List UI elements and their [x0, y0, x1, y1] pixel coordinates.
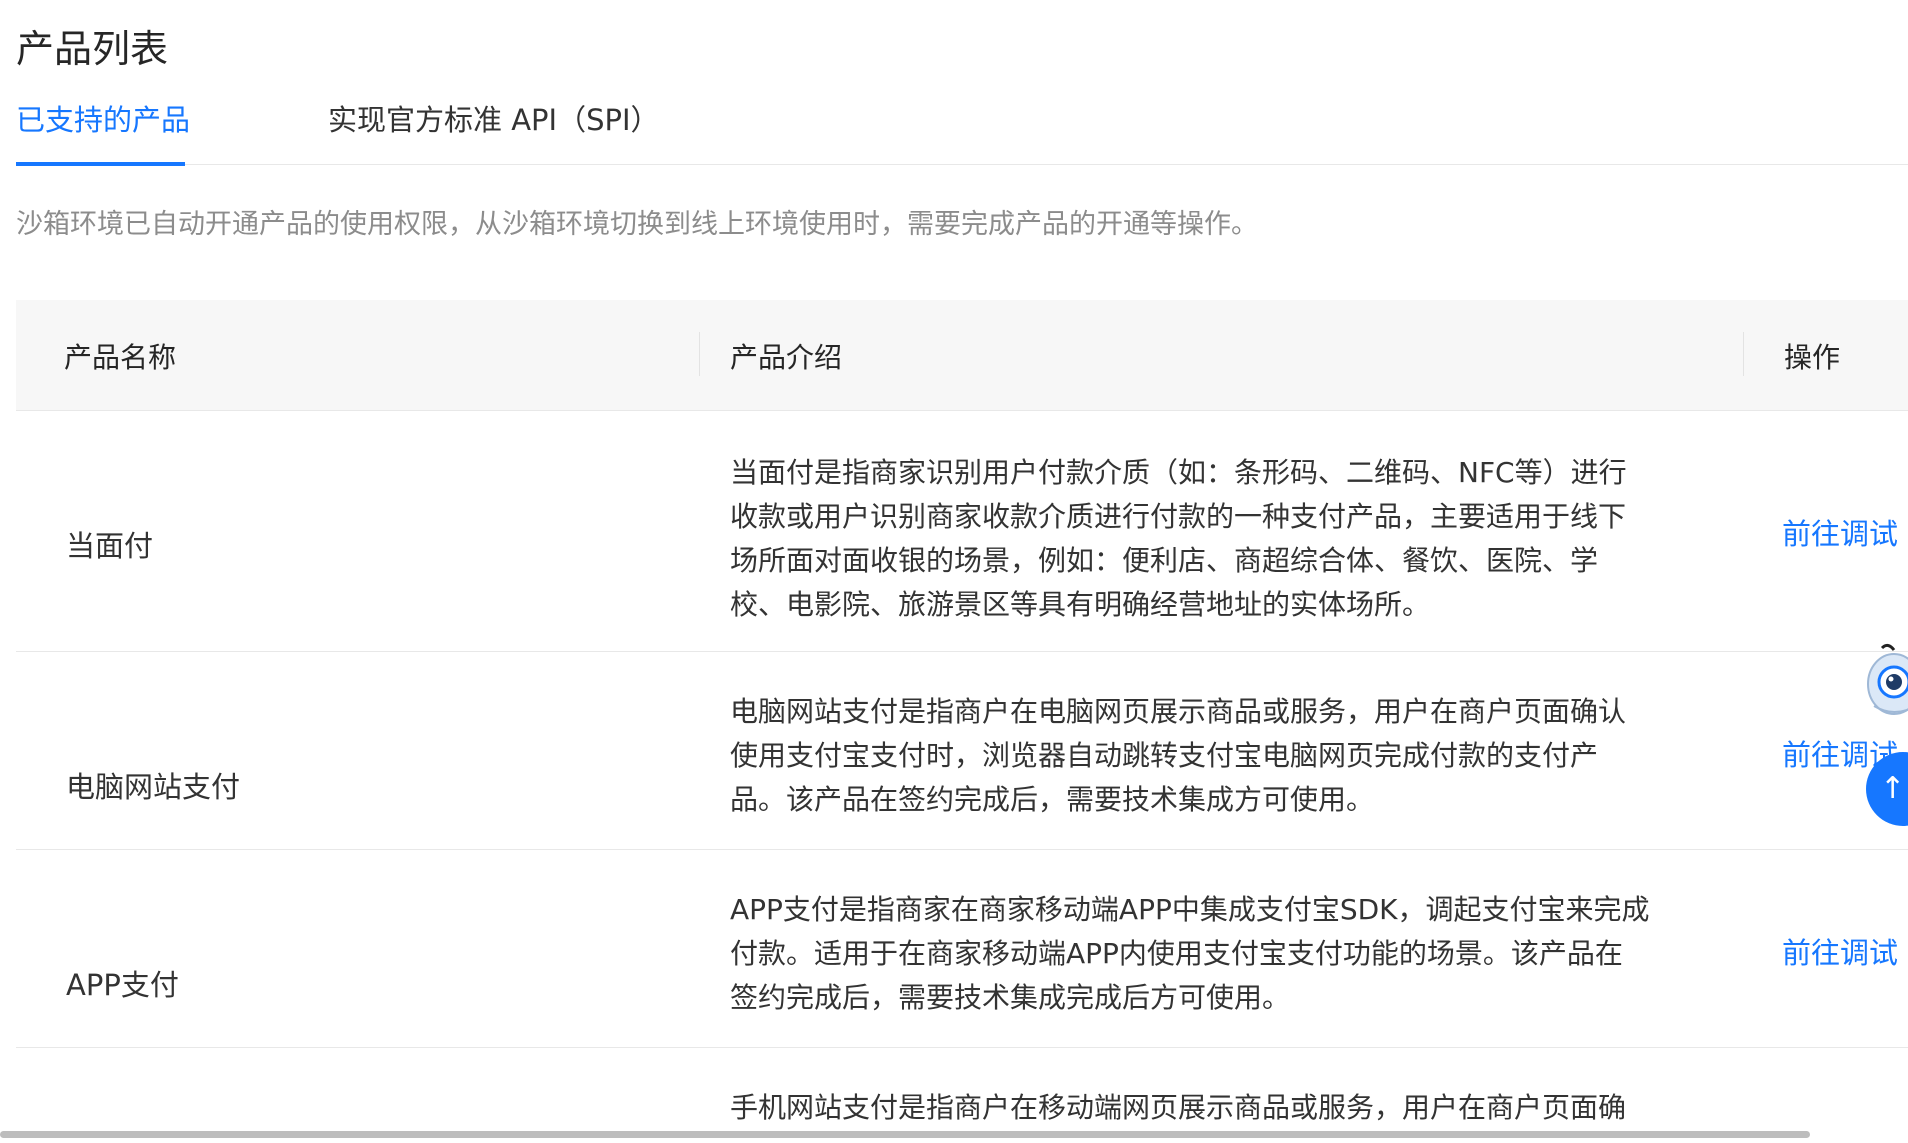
active-tab-indicator: [16, 162, 185, 166]
product-description: APP支付是指商家在商家移动端APP中集成支付宝SDK，调起支付宝来完成付款。适…: [730, 893, 1650, 1014]
back-to-top-arrow-icon: ↑: [1880, 771, 1906, 806]
product-tabs: 已支持的产品 实现官方标准 API（SPI）: [16, 96, 1908, 166]
column-divider: [1743, 332, 1744, 376]
table-row: 电脑网站支付 电脑网站支付是指商户在电脑网页展示商品或服务，用户在商户页面确认使…: [16, 652, 1908, 850]
tab-supported-products[interactable]: 已支持的产品: [16, 100, 190, 140]
product-name: APP支付: [66, 968, 179, 1002]
product-description: 电脑网站支付是指商户在电脑网页展示商品或服务，用户在商户页面确认使用支付宝支付时…: [730, 695, 1627, 816]
product-description: 手机网站支付是指商户在移动端网页展示商品或服务，用户在商户页面确: [730, 1091, 1627, 1124]
column-divider: [699, 332, 700, 376]
table-row: 当面付 当面付是指商家识别用户付款介质（如：条形码、二维码、NFC等）进行收款或…: [16, 411, 1908, 652]
product-name: 当面付: [66, 529, 154, 563]
sandbox-notice: 沙箱环境已自动开通产品的使用权限，从沙箱环境切换到线上环境使用时，需要完成产品的…: [16, 209, 1258, 240]
product-name: 电脑网站支付: [66, 770, 241, 804]
horizontal-scrollbar[interactable]: [0, 1131, 1810, 1138]
column-header-product-name: 产品名称: [64, 341, 177, 374]
antenna-icon-part: [1880, 643, 1896, 651]
tab-official-standard-api[interactable]: 实现官方标准 API（SPI）: [328, 100, 660, 140]
table-header: 产品名称 产品介绍 操作: [16, 300, 1908, 411]
table-row: 手机网站支付是指商户在移动端网页展示商品或服务，用户在商户页面确: [16, 1048, 1908, 1143]
assistant-mascot-icon[interactable]: [1860, 640, 1908, 720]
page-title: 产品列表: [16, 27, 169, 71]
product-table: 产品名称 产品介绍 操作 当面付 当面付是指商家识别用户付款介质（如：条形码、二…: [16, 300, 1908, 1143]
debug-link[interactable]: 前往调试: [1782, 511, 1898, 553]
product-description: 当面付是指商家识别用户付款介质（如：条形码、二维码、NFC等）进行收款或用户识别…: [730, 456, 1627, 621]
product-list-page: 产品列表 已支持的产品 实现官方标准 API（SPI） 沙箱环境已自动开通产品的…: [0, 0, 1908, 1143]
table-row: APP支付 APP支付是指商家在商家移动端APP中集成支付宝SDK，调起支付宝来…: [16, 850, 1908, 1048]
column-header-product-description: 产品介绍: [730, 341, 843, 374]
debug-link[interactable]: 前往调试: [1782, 930, 1898, 972]
column-header-actions: 操作: [1784, 341, 1841, 374]
